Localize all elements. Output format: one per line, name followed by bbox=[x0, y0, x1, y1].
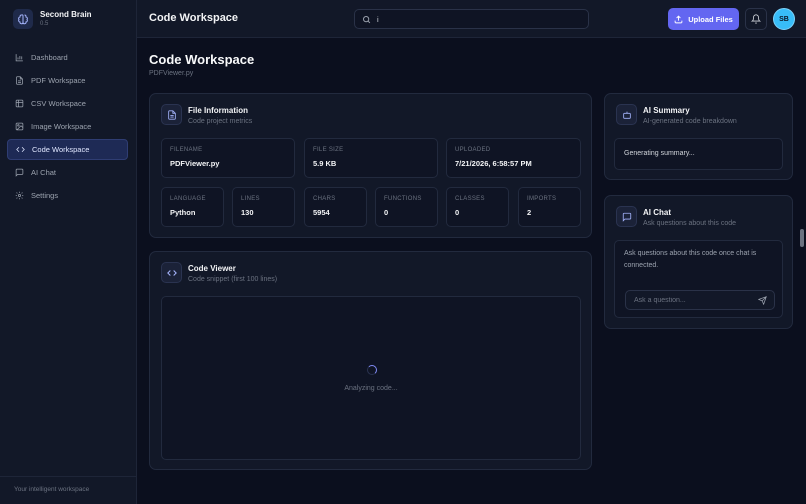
ai-chat-card: AI Chat Ask questions about this code As… bbox=[604, 195, 793, 329]
stat-classes: CLASSES 0 bbox=[446, 187, 509, 227]
code-icon bbox=[161, 262, 182, 283]
loading-spinner-icon bbox=[367, 365, 377, 375]
topbar: Code Workspace Upload Files SB bbox=[137, 0, 806, 38]
stat-label: CHARS bbox=[313, 196, 336, 202]
card-header: File Information Code project metrics bbox=[161, 104, 252, 127]
chat-message: Ask questions about this code once chat … bbox=[624, 250, 757, 269]
stat-value: 7/21/2026, 6:58:57 PM bbox=[455, 159, 532, 168]
analyzing-status: Analyzing code... bbox=[344, 385, 398, 392]
sidebar-item-label: PDF Workspace bbox=[31, 76, 86, 85]
stat-value: Python bbox=[170, 208, 196, 217]
ai-summary-card: AI Summary AI-generated code breakdown G… bbox=[604, 93, 793, 180]
sidebar-item-dashboard[interactable]: Dashboard bbox=[7, 47, 128, 68]
search-box[interactable] bbox=[354, 9, 589, 29]
stat-imports: IMPORTS 2 bbox=[518, 187, 581, 227]
stat-label: FUNCTIONS bbox=[384, 196, 422, 202]
table-icon bbox=[15, 99, 24, 108]
brand-name: Second Brain bbox=[40, 10, 92, 19]
card-subtitle: Code project metrics bbox=[188, 118, 253, 125]
stat-file-size: FILE SIZE 5.9 KB bbox=[304, 138, 438, 178]
robot-icon bbox=[616, 104, 637, 125]
chat-icon bbox=[616, 206, 637, 227]
code-viewer-card: Code Viewer Code snippet (first 100 line… bbox=[149, 251, 592, 470]
sidebar-item-label: Settings bbox=[31, 191, 59, 200]
card-header: AI Summary AI-generated code breakdown bbox=[616, 104, 737, 127]
file-icon bbox=[16, 76, 23, 85]
stat-functions: FUNCTIONS 0 bbox=[375, 187, 438, 227]
chat-icon bbox=[15, 168, 24, 177]
stat-chars: CHARS 5954 bbox=[304, 187, 367, 227]
stat-label: FILE SIZE bbox=[313, 147, 344, 153]
code-display-area[interactable]: Analyzing code... bbox=[161, 296, 581, 460]
sidebar-item-label: CSV Workspace bbox=[31, 99, 86, 108]
search-icon bbox=[363, 15, 371, 23]
upload-icon bbox=[674, 14, 683, 23]
stat-label: UPLOADED bbox=[455, 147, 491, 153]
sidebar-item-label: Dashboard bbox=[31, 53, 68, 62]
card-title: AI Chat bbox=[643, 208, 671, 217]
search-input[interactable] bbox=[377, 14, 577, 24]
chat-input-box[interactable] bbox=[625, 290, 775, 310]
upload-files-button[interactable]: Upload Files bbox=[668, 8, 739, 30]
stat-language: LANGUAGE Python bbox=[161, 187, 224, 227]
sidebar-nav: Dashboard PDF Workspace CSV Workspace Im… bbox=[7, 47, 128, 208]
document-icon bbox=[161, 104, 182, 125]
sidebar-item-image-workspace[interactable]: Image Workspace bbox=[7, 116, 128, 137]
stat-lines: LINES 130 bbox=[232, 187, 295, 227]
sidebar-item-label: Code Workspace bbox=[32, 145, 90, 154]
stat-value: 5.9 KB bbox=[313, 159, 337, 168]
sidebar-item-settings[interactable]: Settings bbox=[7, 185, 128, 206]
send-icon[interactable] bbox=[758, 296, 767, 305]
topbar-title: Code Workspace bbox=[149, 12, 239, 24]
stat-value: 0 bbox=[384, 208, 389, 217]
stat-value: 130 bbox=[241, 208, 254, 217]
card-subtitle: AI-generated code breakdown bbox=[643, 118, 737, 125]
stat-label: LANGUAGE bbox=[170, 196, 206, 202]
page-subtitle: PDFViewer.py bbox=[149, 70, 194, 77]
stat-value: 2 bbox=[527, 208, 532, 217]
stat-value: 0 bbox=[455, 208, 460, 217]
sidebar-item-label: Image Workspace bbox=[31, 122, 92, 131]
code-icon bbox=[16, 146, 25, 153]
stat-label: FILENAME bbox=[170, 147, 203, 153]
stat-filename: FILENAME PDFViewer.py bbox=[161, 138, 295, 178]
upload-files-label: Upload Files bbox=[688, 14, 733, 24]
chat-panel: Ask questions about this code once chat … bbox=[614, 240, 783, 318]
stat-label: CLASSES bbox=[455, 196, 485, 202]
sidebar-item-pdf-workspace[interactable]: PDF Workspace bbox=[7, 70, 128, 91]
stat-value: PDFViewer.py bbox=[170, 159, 220, 168]
bell-icon bbox=[751, 14, 761, 24]
card-title: Code Viewer bbox=[188, 264, 236, 273]
card-header: Code Viewer Code snippet (first 100 line… bbox=[161, 262, 277, 285]
summary-status: Generating summary... bbox=[614, 138, 783, 170]
gear-icon bbox=[15, 191, 24, 200]
sidebar-item-ai-chat[interactable]: AI Chat bbox=[7, 162, 128, 183]
image-icon bbox=[15, 122, 24, 131]
sidebar-item-label: AI Chat bbox=[31, 168, 57, 177]
brand[interactable]: Second Brain 0.5 bbox=[13, 9, 92, 29]
chat-input[interactable] bbox=[634, 296, 749, 304]
stat-uploaded: UPLOADED 7/21/2026, 6:58:57 PM bbox=[446, 138, 581, 178]
page-title: Code Workspace bbox=[149, 52, 255, 67]
card-header: AI Chat Ask questions about this code bbox=[616, 206, 736, 229]
sidebar-item-csv-workspace[interactable]: CSV Workspace bbox=[7, 93, 128, 114]
stat-label: IMPORTS bbox=[527, 196, 557, 202]
sidebar-footer: Your intelligent workspace bbox=[0, 476, 137, 504]
avatar[interactable]: SB bbox=[773, 8, 795, 30]
bar-chart-icon bbox=[15, 54, 23, 62]
stat-value: 5954 bbox=[313, 208, 330, 217]
notifications-button[interactable] bbox=[745, 8, 767, 30]
sidebar: Second Brain 0.5 Dashboard PDF Workspace… bbox=[0, 0, 137, 504]
brain-logo-icon bbox=[13, 9, 33, 29]
sidebar-item-code-workspace[interactable]: Code Workspace bbox=[7, 139, 128, 160]
brand-version: 0.5 bbox=[40, 21, 49, 27]
card-title: AI Summary bbox=[643, 106, 690, 115]
scrollbar-thumb[interactable] bbox=[800, 229, 804, 247]
card-subtitle: Ask questions about this code bbox=[643, 220, 737, 227]
card-title: File Information bbox=[188, 106, 248, 115]
stat-label: LINES bbox=[241, 196, 260, 202]
file-information-card: File Information Code project metrics FI… bbox=[149, 93, 592, 238]
card-subtitle: Code snippet (first 100 lines) bbox=[188, 276, 278, 283]
